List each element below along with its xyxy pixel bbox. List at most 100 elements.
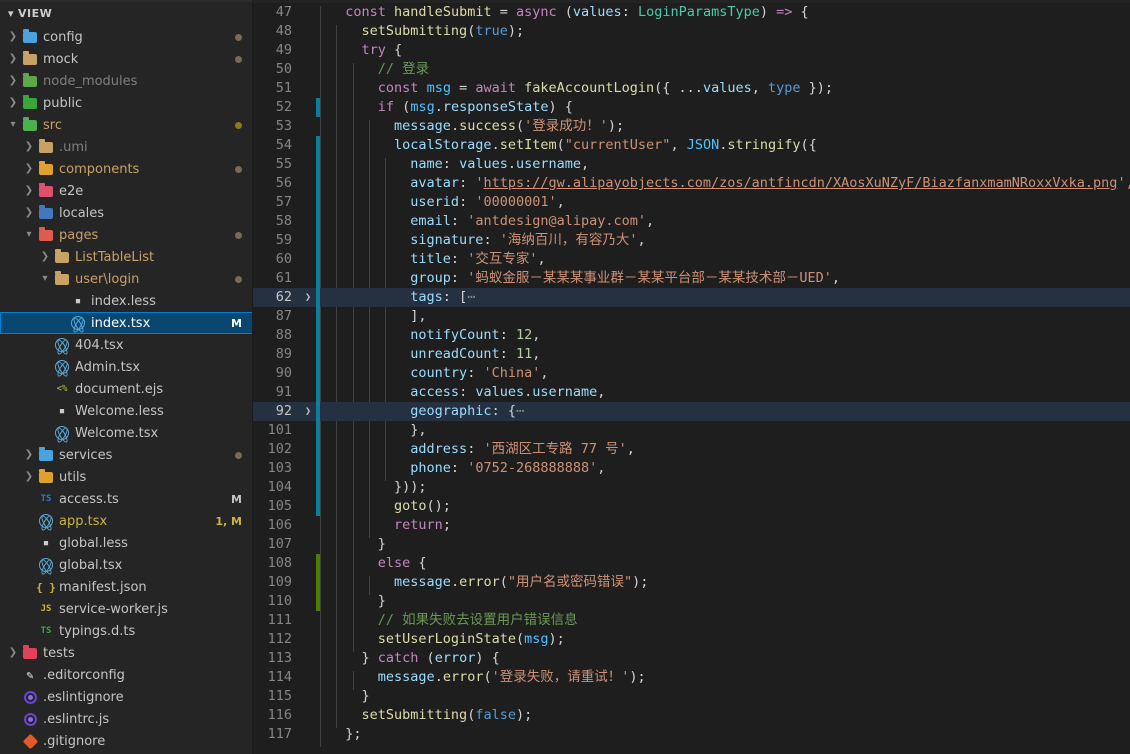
- code-text[interactable]: userid: '00000001',: [320, 193, 1130, 212]
- file-tree-item[interactable]: ❯ node_modules: [0, 70, 252, 92]
- file-tree-item[interactable]: ❯ locales: [0, 202, 252, 224]
- file-tree[interactable]: ❯ config ❯ mock ❯ node_modules ❯ public ▾ src ❯ .um…: [0, 24, 252, 754]
- code-line[interactable]: 102 address: '西湖区工专路 77 号',: [253, 440, 1130, 459]
- code-text[interactable]: const handleSubmit = async (values: Logi…: [320, 3, 1130, 22]
- file-tree-item[interactable]: .eslintrc.js: [0, 708, 252, 730]
- file-tree-item[interactable]: .eslintignore: [0, 686, 252, 708]
- code-line[interactable]: 59 signature: '海纳百川，有容乃大',: [253, 231, 1130, 250]
- code-text[interactable]: }: [320, 687, 1130, 706]
- code-text[interactable]: group: '蚂蚁金服－某某某事业群－某某平台部－某某技术部－UED',: [320, 269, 1130, 288]
- code-line[interactable]: 53 message. success('登录成功！');: [253, 117, 1130, 136]
- code-line-folded[interactable]: 92 ❯ geographic: {⋯: [253, 402, 1130, 421]
- code-line[interactable]: 103 phone: '0752-268888888',: [253, 459, 1130, 478]
- code-editor[interactable]: 47 const handleSubmit = async (values: L…: [253, 0, 1130, 754]
- code-line[interactable]: 88 notifyCount: 12,: [253, 326, 1130, 345]
- file-tree-item[interactable]: Admin.tsx: [0, 356, 252, 378]
- code-text[interactable]: country: 'China',: [320, 364, 1130, 383]
- code-line[interactable]: 89 unreadCount: 11,: [253, 345, 1130, 364]
- code-line[interactable]: 55 name: values. username,: [253, 155, 1130, 174]
- code-line[interactable]: 60 title: '交互专家',: [253, 250, 1130, 269]
- chevron-right-icon[interactable]: ❯: [22, 164, 36, 174]
- file-tree-item[interactable]: ❯ services: [0, 444, 252, 466]
- file-tree-item[interactable]: 404.tsx: [0, 334, 252, 356]
- code-line[interactable]: 112 setUserLoginState(msg);: [253, 630, 1130, 649]
- code-text[interactable]: goto ();: [320, 497, 1130, 516]
- code-text[interactable]: localStorage. setItem("currentUser", JSON…: [320, 136, 1130, 155]
- file-tree-item[interactable]: .gitignore: [0, 730, 252, 752]
- code-text[interactable]: },: [320, 421, 1130, 440]
- file-tree-item[interactable]: Welcome.tsx: [0, 422, 252, 444]
- code-content[interactable]: 47 const handleSubmit = async (values: L…: [253, 3, 1130, 754]
- code-text[interactable]: }: [320, 535, 1130, 554]
- file-tree-item[interactable]: ■ Welcome.less: [0, 400, 252, 422]
- chevron-right-icon[interactable]: ❯: [6, 32, 20, 42]
- code-text[interactable]: address: '西湖区工专路 77 号',: [320, 440, 1130, 459]
- code-line[interactable]: 54 localStorage. setItem("currentUser", J…: [253, 136, 1130, 155]
- chevron-right-icon[interactable]: ❯: [22, 208, 36, 218]
- code-line[interactable]: 49 try {: [253, 41, 1130, 60]
- code-line[interactable]: 61 group: '蚂蚁金服－某某某事业群－某某平台部－某某技术部－UED',: [253, 269, 1130, 288]
- code-text[interactable]: // 登录: [320, 60, 1130, 79]
- code-line[interactable]: 107 }: [253, 535, 1130, 554]
- code-line[interactable]: 87 ],: [253, 307, 1130, 326]
- file-tree-item[interactable]: ❯ config: [0, 26, 252, 48]
- code-text[interactable]: unreadCount: 11,: [320, 345, 1130, 364]
- file-tree-item[interactable]: ▾ src: [0, 114, 252, 136]
- code-line[interactable]: 113 } catch (error) {: [253, 649, 1130, 668]
- code-line[interactable]: 52 if (msg. responseState) {: [253, 98, 1130, 117]
- code-line[interactable]: 115 }: [253, 687, 1130, 706]
- code-text[interactable]: ],: [320, 307, 1130, 326]
- chevron-right-icon[interactable]: ❯: [22, 450, 36, 460]
- code-text[interactable]: const msg = await fakeAccountLogin({ ...…: [320, 79, 1130, 98]
- file-tree-item[interactable]: ▾ pages: [0, 224, 252, 246]
- code-text[interactable]: tags: [⋯: [320, 288, 1130, 307]
- code-line[interactable]: 50 // 登录: [253, 60, 1130, 79]
- file-tree-item[interactable]: ❯ .umi: [0, 136, 252, 158]
- code-text[interactable]: };: [320, 725, 1130, 744]
- code-line[interactable]: 48 setSubmitting(true);: [253, 22, 1130, 41]
- file-tree-item[interactable]: TS typings.d.ts: [0, 620, 252, 642]
- code-line[interactable]: 101 },: [253, 421, 1130, 440]
- code-line[interactable]: 108 else {: [253, 554, 1130, 573]
- code-text[interactable]: title: '交互专家',: [320, 250, 1130, 269]
- chevron-right-icon[interactable]: ❯: [38, 252, 52, 262]
- chevron-right-icon[interactable]: ❯: [6, 54, 20, 64]
- code-text[interactable]: message. error('登录失败，请重试！');: [320, 668, 1130, 687]
- code-line[interactable]: 104 }));: [253, 478, 1130, 497]
- code-text[interactable]: // 如果失败去设置用户错误信息: [320, 611, 1130, 630]
- code-text[interactable]: name: values. username,: [320, 155, 1130, 174]
- code-line[interactable]: 91 access: values. username,: [253, 383, 1130, 402]
- code-text[interactable]: message. error("用户名或密码错误");: [320, 573, 1130, 592]
- code-line[interactable]: 58 email: 'antdesign@alipay.com',: [253, 212, 1130, 231]
- code-line[interactable]: 117 };: [253, 725, 1130, 744]
- file-tree-item[interactable]: <% document.ejs: [0, 378, 252, 400]
- chevron-down-icon[interactable]: ▾: [6, 120, 20, 130]
- code-line[interactable]: 106 return;: [253, 516, 1130, 535]
- code-text[interactable]: access: values. username,: [320, 383, 1130, 402]
- code-lines[interactable]: 47 const handleSubmit = async (values: L…: [253, 3, 1130, 744]
- code-text[interactable]: phone: '0752-268888888',: [320, 459, 1130, 478]
- code-line[interactable]: 111 // 如果失败去设置用户错误信息: [253, 611, 1130, 630]
- code-line[interactable]: 47 const handleSubmit = async (values: L…: [253, 3, 1130, 22]
- file-tree-item[interactable]: { } manifest.json: [0, 576, 252, 598]
- code-line[interactable]: 116 setSubmitting(false);: [253, 706, 1130, 725]
- code-text[interactable]: try {: [320, 41, 1130, 60]
- code-line[interactable]: 51 const msg = await fakeAccountLogin({ …: [253, 79, 1130, 98]
- code-text[interactable]: signature: '海纳百川，有容乃大',: [320, 231, 1130, 250]
- file-tree-item[interactable]: ❯ public: [0, 92, 252, 114]
- code-text[interactable]: setSubmitting(true);: [320, 22, 1130, 41]
- file-tree-item[interactable]: ❯ ListTableList: [0, 246, 252, 268]
- code-text[interactable]: setUserLoginState(msg);: [320, 630, 1130, 649]
- code-text[interactable]: }));: [320, 478, 1130, 497]
- chevron-down-icon[interactable]: ▾: [8, 8, 14, 19]
- chevron-right-icon[interactable]: ❯: [6, 76, 20, 86]
- fold-chevron-icon[interactable]: ❯: [300, 402, 316, 421]
- chevron-down-icon[interactable]: ▾: [38, 274, 52, 284]
- code-text[interactable]: if (msg. responseState) {: [320, 98, 1130, 117]
- chevron-right-icon[interactable]: ❯: [22, 186, 36, 196]
- fold-chevron-icon[interactable]: ❯: [300, 288, 316, 307]
- file-tree-item[interactable]: ▾ user\login: [0, 268, 252, 290]
- chevron-right-icon[interactable]: ❯: [6, 648, 20, 658]
- file-tree-item[interactable]: TS access.ts M: [0, 488, 252, 510]
- code-line[interactable]: 105 goto ();: [253, 497, 1130, 516]
